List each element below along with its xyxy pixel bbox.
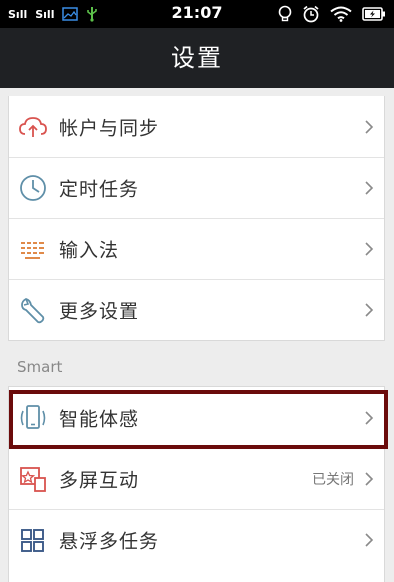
page-title: 设置: [171, 44, 223, 72]
alarm-clock-icon: [303, 5, 319, 23]
chevron-right-icon: [365, 410, 374, 425]
settings-group-general: 帐户与同步 定时任务 输入法 更多设置: [8, 96, 385, 341]
settings-item-more-settings[interactable]: 更多设置: [9, 279, 384, 340]
cloud-sync-icon: [19, 116, 47, 137]
account-sync-label: 帐户与同步: [59, 117, 160, 139]
chevron-right-icon: [365, 533, 374, 547]
settings-item-multi-screen[interactable]: 多屏互动 已关闭: [9, 448, 384, 509]
wrench-icon: [21, 298, 45, 324]
chevron-right-icon: [365, 242, 374, 256]
settings-item-scheduled-tasks[interactable]: 定时任务: [9, 157, 384, 218]
smart-motion-label: 智能体感: [59, 408, 140, 430]
app-header: 设置: [0, 28, 394, 88]
section-title-smart: Smart: [17, 358, 63, 376]
chevron-right-icon: [365, 119, 374, 134]
floating-multitask-label: 悬浮多任务: [59, 530, 160, 553]
status-bar: Sıll Sıll 21:07: [0, 0, 394, 28]
multi-screen-label: 多屏互动: [59, 469, 140, 492]
settings-item-smart-motion[interactable]: 智能体感: [9, 387, 384, 448]
multi-screen-status: 已关闭: [312, 472, 354, 488]
multi-screen-icon: [20, 467, 46, 492]
wifi-icon: [330, 6, 352, 22]
chevron-right-icon: [365, 472, 374, 486]
battery-charging-icon: [362, 7, 385, 21]
bulb-icon: [278, 5, 292, 22]
more-settings-label: 更多设置: [59, 300, 140, 323]
settings-item-floating-multitask[interactable]: 悬浮多任务: [9, 509, 384, 570]
floating-window-icon: [21, 529, 44, 552]
chevron-right-icon: [365, 181, 374, 195]
settings-item-input-method[interactable]: 输入法: [9, 218, 384, 279]
input-method-label: 输入法: [59, 239, 120, 262]
keyboard-icon: [21, 242, 44, 259]
settings-item-account-sync[interactable]: 帐户与同步: [9, 96, 384, 157]
settings-group-smart: 智能体感 多屏互动 已关闭 悬浮多任务: [8, 386, 385, 582]
phone-motion-icon: [20, 404, 46, 429]
chevron-right-icon: [365, 303, 374, 317]
clock-icon: [20, 175, 46, 201]
scheduled-tasks-label: 定时任务: [59, 178, 140, 201]
